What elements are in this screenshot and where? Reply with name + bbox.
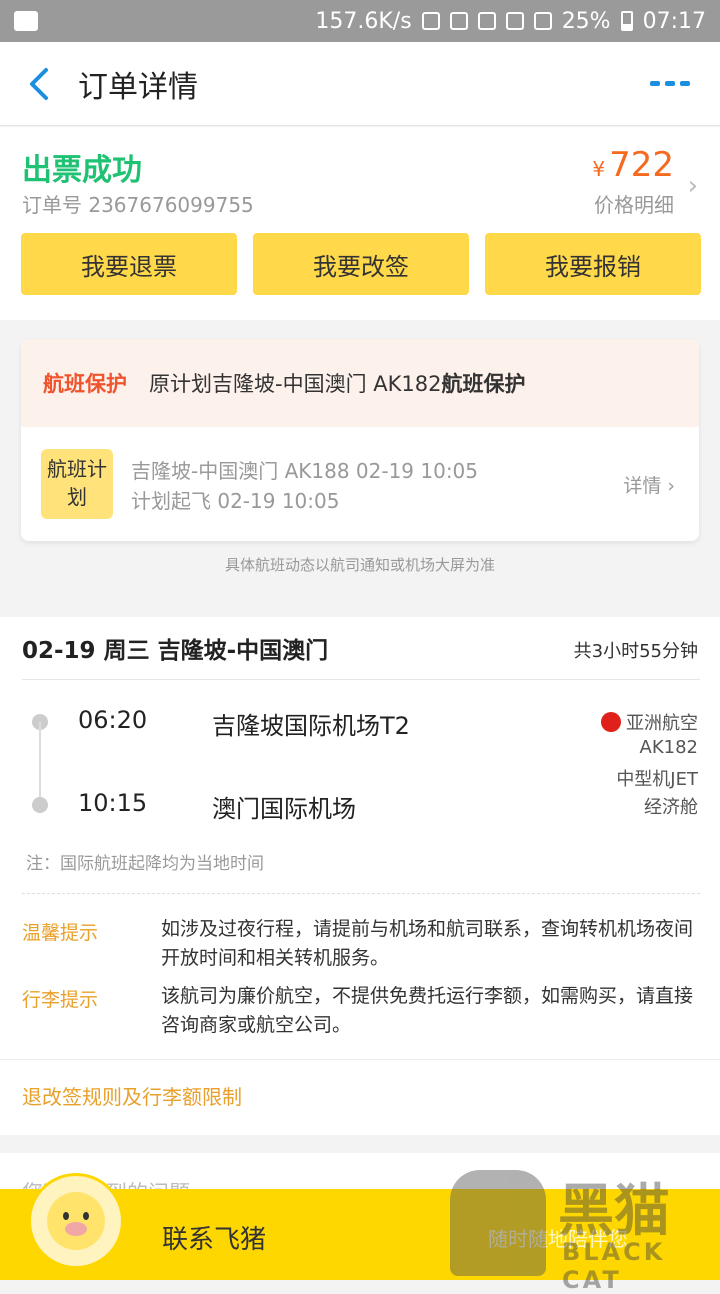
- arrive-airport: 澳门国际机场: [212, 795, 356, 823]
- signal-icon: [533, 12, 552, 30]
- depart-airport: 吉隆坡国际机场T2: [212, 712, 410, 740]
- price-value: 722: [609, 145, 674, 185]
- protection-text: 原计划吉隆坡-中国澳门 AK182航班保护: [149, 372, 526, 396]
- ticket-status: 出票成功: [22, 153, 142, 188]
- rules-link[interactable]: 退改签规则及行李额限制: [22, 1081, 242, 1110]
- timeline-line: [39, 722, 41, 804]
- back-arrow-icon: [30, 67, 48, 100]
- watermark: 黑猫 BLACK CAT: [446, 1162, 720, 1294]
- airasia-logo-icon: [601, 712, 621, 732]
- action-buttons: 我要退票 我要改签 我要报销: [21, 233, 701, 295]
- more-menu-icon[interactable]: [650, 81, 690, 86]
- baggage-tip-text: 该航司为廉价航空，不提供免费托运行李额，如需购买，请直接咨询商家或航空公司。: [161, 985, 694, 1036]
- protection-tag: 航班保护: [43, 372, 127, 396]
- refund-button[interactable]: 我要退票: [21, 233, 237, 295]
- cabin-class: 经济舱: [644, 797, 698, 818]
- order-summary: 出票成功 订单号 2367676099755 ¥722 价格明细 › 我要退票 …: [0, 127, 720, 320]
- flight-protection-card: 航班保护 原计划吉隆坡-中国澳门 AK182航班保护 航班计划 吉隆坡-中国澳门…: [21, 339, 699, 541]
- price-detail-link[interactable]: 价格明细: [594, 189, 674, 218]
- message-icon: [14, 11, 38, 31]
- battery-percent: 25%: [561, 8, 611, 34]
- watermark-cn: 黑猫: [558, 1179, 670, 1244]
- plan-route: 吉隆坡-中国澳门 AK188 02-19 10:05: [131, 459, 479, 483]
- reimburse-button[interactable]: 我要报销: [485, 233, 701, 295]
- nav-bar: 订单详情: [0, 42, 720, 126]
- baggage-tip-label: 行李提示: [22, 989, 99, 1011]
- plan-takeoff: 计划起飞 02-19 10:05: [131, 489, 340, 513]
- pig-mascot-icon: [47, 1192, 105, 1250]
- airline-name: 亚洲航空: [626, 713, 698, 734]
- avatar: [28, 1173, 124, 1269]
- flight-plan-row[interactable]: 航班计划 吉隆坡-中国澳门 AK188 02-19 10:05 计划起飞 02-…: [21, 427, 699, 541]
- status-bar: 157.6K/s 25% 07:17: [0, 0, 720, 42]
- timezone-note: 注：国际航班起降均为当地时间: [26, 854, 264, 874]
- flight-date-route: 02-19 周三 吉隆坡-中国澳门: [22, 638, 329, 664]
- wifi-icon: [505, 12, 524, 30]
- nfc-icon: [421, 12, 440, 30]
- currency-symbol: ¥: [592, 157, 606, 181]
- total-price[interactable]: ¥722: [592, 145, 674, 185]
- arrive-dot: [32, 797, 48, 813]
- tip-text: 如涉及过夜行程，请提前与机场和航司联系，查询转机机场夜间开放时间和相关转机服务。: [161, 918, 694, 969]
- contact-button[interactable]: 联系飞猪: [162, 1219, 266, 1256]
- watermark-en: BLACK CAT: [562, 1238, 666, 1294]
- chevron-right-icon: ›: [687, 171, 698, 201]
- flight-duration: 共3小时55分钟: [573, 641, 698, 662]
- flight-number: AK182: [639, 737, 698, 758]
- tip-label: 温馨提示: [22, 922, 99, 944]
- divider: [0, 1059, 720, 1060]
- battery-icon: [620, 11, 633, 31]
- dashed-divider: [22, 893, 700, 894]
- back-button[interactable]: [0, 42, 78, 126]
- order-number: 订单号 2367676099755: [22, 193, 254, 217]
- cat-logo-icon: [450, 1170, 546, 1276]
- alarm-icon: [477, 12, 496, 30]
- flight-info-card: 02-19 周三 吉隆坡-中国澳门 共3小时55分钟 06:20 吉隆坡国际机场…: [0, 617, 720, 1135]
- flight-status-note: 具体航班动态以航司通知或机场大屏为准: [224, 556, 495, 574]
- page-title: 订单详情: [78, 69, 198, 105]
- aircraft-type: 中型机JET: [616, 769, 698, 790]
- mute-icon: [449, 12, 468, 30]
- network-speed: 157.6K/s: [315, 8, 412, 34]
- depart-time: 06:20: [78, 706, 148, 734]
- flight-plan-badge: 航班计划: [41, 449, 113, 519]
- status-bar-right: 157.6K/s 25% 07:17: [315, 9, 706, 34]
- clock: 07:17: [642, 8, 706, 34]
- divider: [22, 679, 700, 680]
- plan-detail-link[interactable]: 详情 ›: [623, 471, 675, 498]
- arrive-time: 10:15: [78, 789, 148, 817]
- chevron-right-icon: ›: [667, 475, 675, 497]
- protection-header: 航班保护 原计划吉隆坡-中国澳门 AK182航班保护: [21, 339, 699, 427]
- change-button[interactable]: 我要改签: [253, 233, 469, 295]
